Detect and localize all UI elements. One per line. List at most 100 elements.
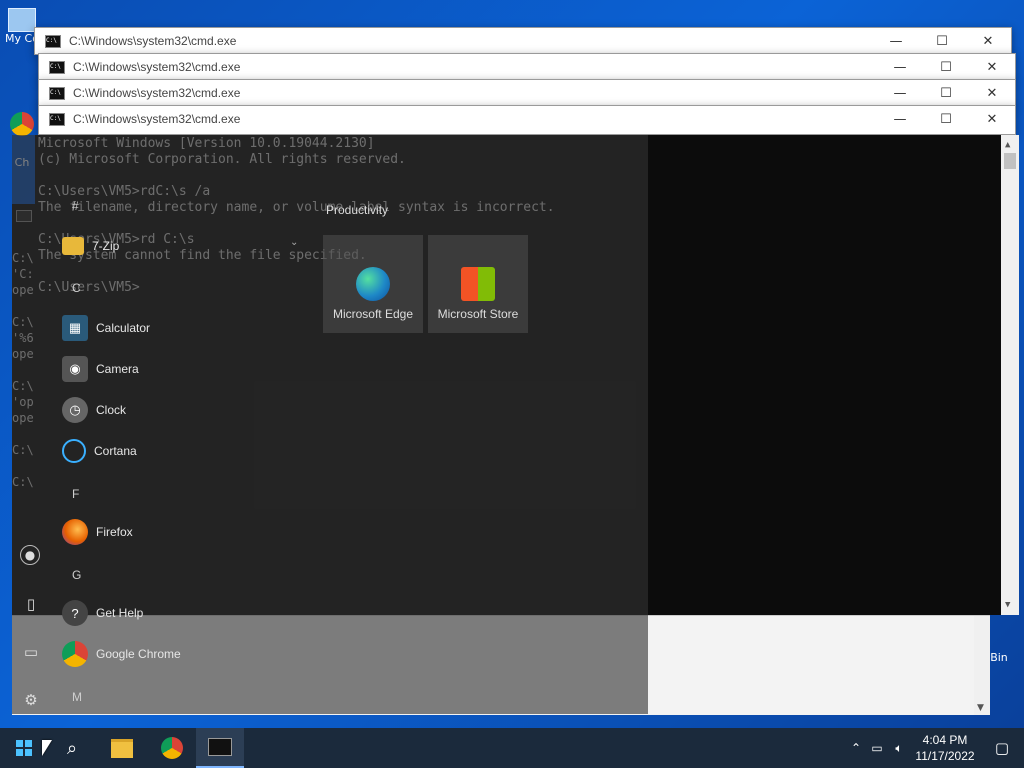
tile-label: Microsoft Edge [332,307,414,321]
time-text: 4:04 PM [922,733,968,747]
taskbar: ⌕ ⌃ ▭ 🔈︎ 4:04 PM 11/17/2022 ▢ [0,728,1024,768]
chrome-icon [161,737,183,759]
cmd-titlebar[interactable]: C:\ C:\Windows\system32\cmd.exe — ☐ ✕ [39,54,1015,80]
cmd-window-1[interactable]: C:\ C:\Windows\system32\cmd.exe — ☐ ✕ [34,27,1012,55]
taskbar-file-explorer[interactable] [98,728,146,768]
close-button[interactable]: ✕ [969,80,1015,106]
get-help-icon: ? [62,600,88,626]
documents-icon[interactable]: ▯ [20,593,42,615]
cmd-icon: C:\ [49,60,65,74]
app-label: Calculator [96,321,151,335]
window-title: C:\Windows\system32\cmd.exe [73,86,241,100]
app-item-firefox[interactable]: Firefox [62,515,133,549]
console-scrollbar[interactable]: ▲ ▼ [1001,135,1019,615]
section-letter-hash[interactable]: # [72,199,79,213]
settings-gear-icon[interactable]: ⚙ [20,689,42,711]
scroll-up-arrow-icon[interactable]: ▲ [1005,137,1010,153]
desktop-icon-label: Bin [990,651,1008,664]
app-item-7zip[interactable]: 7-Zip [62,229,119,263]
app-item-google-chrome[interactable]: Google Chrome [62,637,181,671]
volume-icon[interactable]: 🔈︎ [888,741,910,756]
app-label: Clock [96,403,127,417]
app-label: Cortana [94,444,137,458]
maximize-button[interactable]: ☐ [919,28,965,54]
search-icon: ⌕ [66,737,78,759]
app-item-cortana[interactable]: Cortana [62,434,137,468]
cmd-titlebar[interactable]: C:\ C:\Windows\system32\cmd.exe — ☐ ✕ [39,80,1015,106]
tile-label: Microsoft Store [437,307,519,321]
cortana-icon [62,439,86,463]
mouse-cursor-icon [42,740,52,756]
app-label: Firefox [96,525,133,539]
start-button[interactable] [0,728,48,768]
app-item-get-help[interactable]: ? Get Help [62,596,143,630]
notification-center-icon[interactable]: ▢ [980,739,1024,757]
pictures-icon[interactable]: ▭ [20,641,42,663]
scroll-down-arrow-icon[interactable]: ▼ [1005,597,1010,613]
start-rail: ● ▯ ▭ ⚙ [12,135,50,714]
vertical-scrollbar[interactable]: ▼ [974,616,990,715]
taskbar-cmd[interactable] [196,728,244,768]
tile-microsoft-store[interactable]: Microsoft Store [428,235,528,333]
store-icon [461,267,495,301]
tile-group-label[interactable]: Productivity [326,203,388,217]
section-letter-c[interactable]: C [72,281,81,295]
folder-icon [62,237,84,255]
minimize-button[interactable]: — [877,106,923,132]
windows-logo-icon [16,740,32,756]
network-icon[interactable]: ▭ [866,741,888,755]
start-menu[interactable]: ● ▯ ▭ ⚙ # 7-Zip ⌄ C ▦ Calculator ◉ Camer… [12,135,648,714]
firefox-icon [62,519,88,545]
chrome-icon [62,641,88,667]
section-letter-f[interactable]: F [72,487,79,501]
cmd-window-4[interactable]: C:\ C:\Windows\system32\cmd.exe — ☐ ✕ [38,105,1016,135]
computer-icon [8,8,36,32]
user-account-icon[interactable]: ● [20,545,40,565]
folder-icon [111,738,133,758]
maximize-button[interactable]: ☐ [923,54,969,80]
close-button[interactable]: ✕ [969,54,1015,80]
app-item-clock[interactable]: ◷ Clock [62,393,126,427]
app-label: Get Help [96,606,144,620]
cmd-titlebar[interactable]: C:\ C:\Windows\system32\cmd.exe — ☐ ✕ [35,28,1011,54]
app-item-camera[interactable]: ◉ Camera [62,352,139,386]
section-letter-m[interactable]: M [72,690,82,704]
system-tray: ⌃ ▭ 🔈︎ 4:04 PM 11/17/2022 ▢ [846,728,1024,768]
chevron-down-icon[interactable]: ⌄ [290,237,298,248]
window-title: C:\Windows\system32\cmd.exe [69,34,237,48]
clock-area[interactable]: 4:04 PM 11/17/2022 [910,732,980,764]
app-item-calculator[interactable]: ▦ Calculator [62,311,150,345]
minimize-button[interactable]: — [877,54,923,80]
scroll-down-arrow-icon[interactable]: ▼ [977,703,984,713]
cmd-icon [208,738,232,756]
calculator-icon: ▦ [62,315,88,341]
search-button[interactable]: ⌕ [48,728,96,768]
section-letter-g[interactable]: G [72,568,81,582]
maximize-button[interactable]: ☐ [923,106,969,132]
chrome-icon [10,112,34,136]
camera-icon: ◉ [62,356,88,382]
taskbar-chrome[interactable] [148,728,196,768]
window-title: C:\Windows\system32\cmd.exe [73,60,241,74]
cmd-icon: C:\ [49,86,65,100]
clock-icon: ◷ [62,397,88,423]
tile-microsoft-edge[interactable]: Microsoft Edge [323,235,423,333]
close-button[interactable]: ✕ [965,28,1011,54]
show-hidden-icons-chevron-icon[interactable]: ⌃ [846,741,866,755]
app-label: 7-Zip [92,239,120,253]
cmd-icon: C:\ [49,112,65,126]
cmd-icon: C:\ [45,34,61,48]
app-label: Camera [96,362,139,376]
close-button[interactable]: ✕ [969,106,1015,132]
minimize-button[interactable]: — [877,80,923,106]
cmd-titlebar[interactable]: C:\ C:\Windows\system32\cmd.exe — ☐ ✕ [39,106,1015,132]
app-label: Google Chrome [96,647,181,661]
scroll-thumb[interactable] [1004,153,1016,169]
maximize-button[interactable]: ☐ [923,80,969,106]
window-title: C:\Windows\system32\cmd.exe [73,112,241,126]
minimize-button[interactable]: — [873,28,919,54]
date-text: 11/17/2022 [915,749,975,763]
edge-icon [356,267,390,301]
cmd-window-2[interactable]: C:\ C:\Windows\system32\cmd.exe — ☐ ✕ [38,53,1016,81]
cmd-window-3[interactable]: C:\ C:\Windows\system32\cmd.exe — ☐ ✕ [38,79,1016,107]
